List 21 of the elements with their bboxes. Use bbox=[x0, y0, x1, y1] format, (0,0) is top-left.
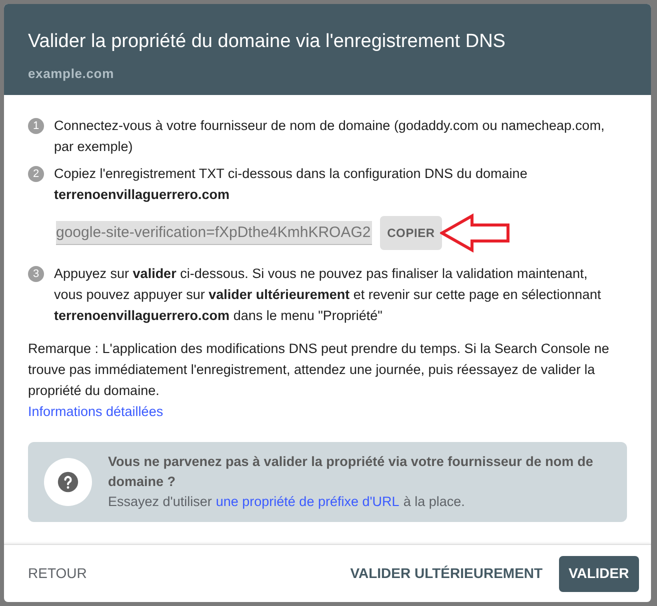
details-link[interactable]: Informations détaillées bbox=[28, 401, 164, 422]
copy-button[interactable]: COPIER bbox=[380, 216, 442, 250]
step-text: Connectez-vous à votre fournisseur de nom de domaine (godaddy.com ou namecheap.com, par exemple) bbox=[54, 117, 606, 156]
validate-later-button[interactable]: VALIDER ULTÉRIEUREMENT bbox=[338, 556, 555, 592]
arrow-annotation bbox=[440, 213, 510, 253]
txt-record-field[interactable]: google-site-verification=fXpDthe4KmhKROAG2 bbox=[56, 221, 372, 245]
help-title: Vous ne parvenez pas à valider la propriété via votre fournisseur de nom de domaine ? bbox=[108, 453, 594, 491]
step-text: Copiez l'enregistrement TXT ci-dessous dans la configuration DNS du domaine terrenoenvillaguerrero.com bbox=[54, 165, 528, 204]
validate-button[interactable]: VALIDER bbox=[558, 556, 639, 592]
domain-label: example.com bbox=[28, 65, 115, 83]
help-text: à la place. bbox=[403, 493, 465, 511]
step-text: Appuyez sur valider ci-dessous. Si vous ne pouvez pas finaliser la validation maintenant, vous pouvez appuyer sur valider ultérieurement et revenir sur cette page en sélectionnant terrenoenvillaguerrero.com dans le menu "Propriété" bbox=[54, 265, 602, 325]
step-number: 3 bbox=[28, 266, 44, 282]
step-number: 2 bbox=[28, 166, 44, 182]
back-button[interactable]: RETOUR bbox=[16, 556, 99, 592]
help-text: Essayez d'utiliser bbox=[108, 493, 212, 511]
note-text: Remarque : L'application des modifications DNS peut prendre du temps. Si la Search Console ne trouve pas immédiatement l'enregistrement, attendez une journée, puis réessayez de valider la propriété du domaine. bbox=[28, 340, 610, 400]
help-icon bbox=[57, 471, 79, 493]
step-number: 1 bbox=[28, 118, 44, 134]
dialog-title: Valider la propriété du domaine via l'enregistrement DNS bbox=[28, 30, 506, 54]
url-prefix-link[interactable]: une propriété de préfixe d'URL bbox=[216, 492, 400, 512]
